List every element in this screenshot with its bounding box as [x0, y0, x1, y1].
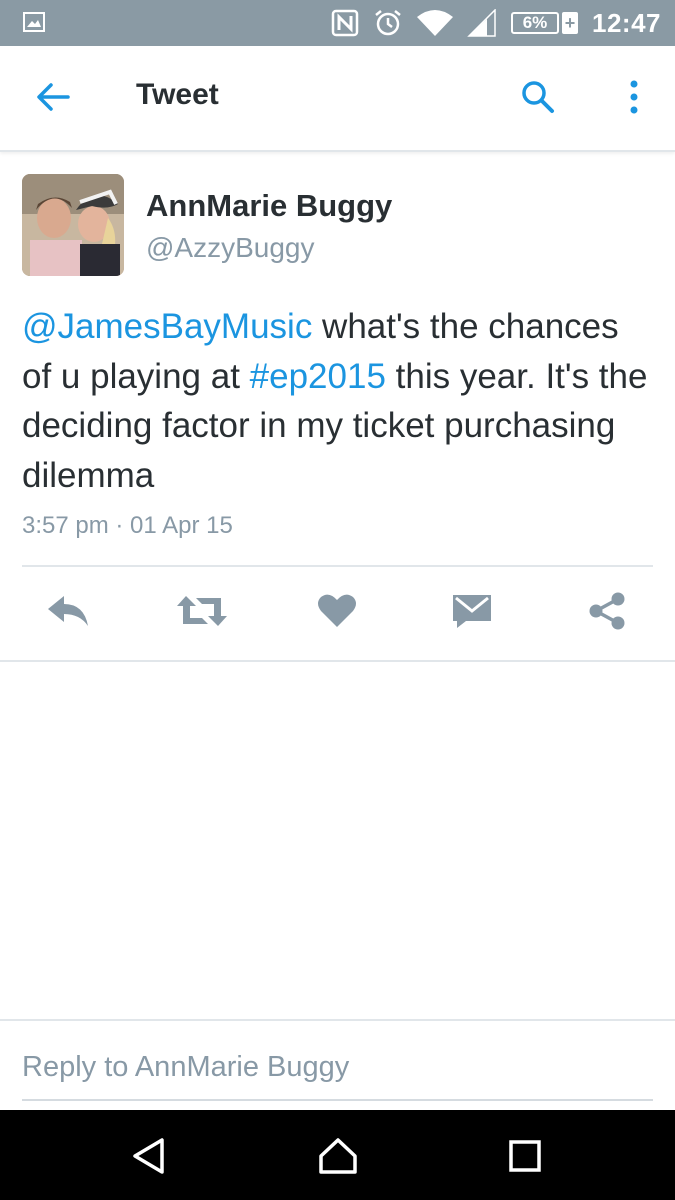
divider [22, 565, 653, 567]
back-arrow-icon [36, 82, 70, 117]
share-icon [588, 592, 626, 635]
reply-composer [0, 1019, 675, 1110]
battery-charging-plus: + [562, 12, 578, 34]
retweet-icon [176, 594, 228, 633]
avatar[interactable] [22, 174, 124, 276]
status-clock: 12:47 [592, 7, 661, 38]
tweet-text: @JamesBayMusic what's the chances of u p… [22, 302, 652, 500]
tweet-detail: AnnMarie Buggy @AzzyBuggy @JamesBayMusic… [0, 152, 675, 662]
reply-icon [46, 594, 90, 633]
search-icon [521, 80, 555, 119]
back-button[interactable] [28, 76, 78, 122]
page-title: Tweet [136, 78, 219, 111]
recents-icon [508, 1139, 542, 1178]
more-options-button[interactable] [612, 74, 656, 124]
like-button[interactable] [311, 590, 363, 636]
signal-icon [467, 9, 497, 37]
author-name[interactable]: AnnMarie Buggy [146, 188, 392, 224]
home-icon [318, 1137, 358, 1180]
app-bar: Tweet [0, 46, 675, 152]
reply-input-underline [22, 1099, 653, 1101]
reply-button[interactable] [42, 590, 94, 636]
nav-home-button[interactable] [310, 1130, 366, 1186]
direct-message-icon [452, 594, 492, 633]
hashtag-link[interactable]: #ep2015 [250, 357, 386, 396]
wifi-icon [417, 9, 453, 37]
share-button[interactable] [581, 590, 633, 636]
system-nav-bar [0, 1110, 675, 1200]
battery-percent: 6% [511, 12, 559, 34]
like-icon [317, 593, 357, 634]
alarm-icon [373, 8, 403, 38]
status-bar: 6% + 12:47 [0, 0, 675, 46]
direct-message-button[interactable] [446, 590, 498, 636]
nav-recents-button[interactable] [497, 1130, 553, 1186]
reply-input[interactable] [22, 1051, 582, 1084]
back-triangle-icon [132, 1137, 166, 1180]
gallery-icon [22, 10, 46, 34]
battery-icon: 6% + [511, 12, 578, 34]
tweet-timestamp: 3:57 pm · 01 Apr 15 [22, 512, 233, 539]
author-handle[interactable]: @AzzyBuggy [146, 232, 315, 264]
nfc-icon [331, 9, 359, 37]
mention-link[interactable]: @JamesBayMusic [22, 307, 312, 346]
retweet-button[interactable] [176, 590, 228, 636]
search-button[interactable] [512, 74, 564, 124]
more-vert-icon [629, 80, 639, 119]
nav-back-button[interactable] [121, 1130, 177, 1186]
